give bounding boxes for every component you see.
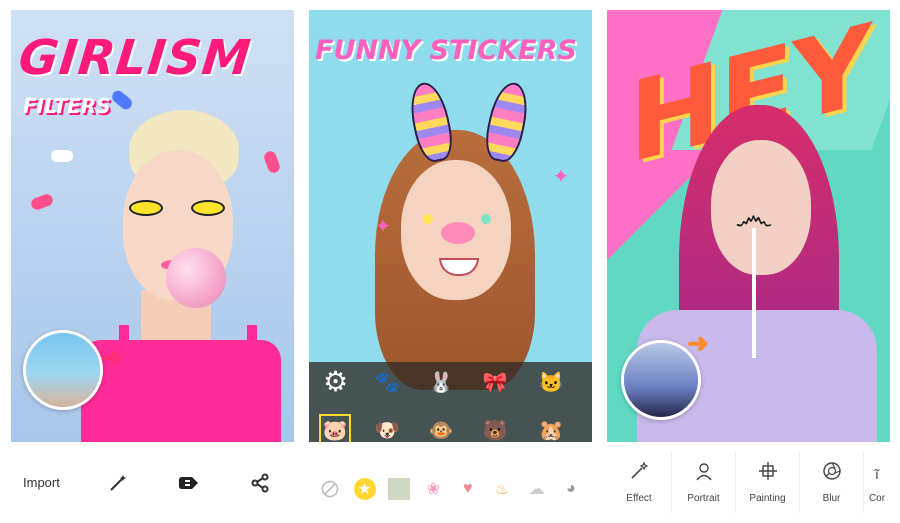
arrow-icon: ➜ <box>687 328 709 358</box>
portrait-label: Portrait <box>687 493 720 504</box>
sticker-category-bar: ★ ❀ ♥ ♨ ☁ ◕ <box>309 465 592 513</box>
star-icon[interactable]: ★ <box>353 478 376 500</box>
eye-makeup <box>129 200 163 216</box>
sticker-item[interactable]: 🐵 <box>425 414 457 442</box>
candy-sticker: ✦ <box>552 165 570 188</box>
sticker-tray: ⚙ 🐾 🐰 🎀 🐱 🐷 🐶 🐵 🐻 🐹 <box>309 362 592 442</box>
sticker-item[interactable]: 🐹 <box>535 414 567 442</box>
sticker-item[interactable]: 🐾 <box>371 366 403 398</box>
sticker-category-icon[interactable]: ◕ <box>560 478 582 500</box>
sticker-category-icon[interactable]: ☁ <box>525 478 547 500</box>
painting-icon <box>758 461 778 487</box>
none-icon <box>321 480 339 498</box>
eraser-icon <box>179 476 198 489</box>
sticker-item[interactable]: 🐰 <box>425 366 457 398</box>
arrow-icon: ➜ <box>101 342 123 372</box>
prop-stick <box>752 228 756 358</box>
bubblegum <box>166 248 226 308</box>
candy-decoration <box>262 149 282 175</box>
person-icon <box>694 461 714 487</box>
cor-tool[interactable]: ĩ Cor <box>863 452 890 513</box>
mustache-sticker: ෴ <box>735 195 773 239</box>
original-thumbnail[interactable] <box>23 330 103 410</box>
candy-sticker: ✦ <box>374 215 392 238</box>
bottom-toolbar: Import <box>11 452 294 513</box>
sticker-category-icon[interactable]: ♨ <box>491 478 513 500</box>
girlism-photo: GIRLISM FILTERS ➜ <box>11 10 294 442</box>
pig-nose-sticker <box>441 222 475 244</box>
girlism-panel: GIRLISM FILTERS ➜ Import <box>11 10 294 513</box>
girlism-headline: GIRLISM <box>16 30 254 86</box>
none-icon[interactable] <box>319 478 341 500</box>
filters-subheadline: FILTERS <box>23 94 111 118</box>
effect-tool[interactable]: Effect <box>607 452 671 513</box>
cheek-sticker <box>481 214 491 224</box>
bunny-ear-sticker <box>481 79 533 165</box>
sticker-item[interactable]: 🐻 <box>479 414 511 442</box>
magic-wand-icon[interactable] <box>105 452 131 513</box>
candy-decoration <box>51 150 73 162</box>
painting-tool[interactable]: Painting <box>735 452 799 513</box>
sticker-item[interactable]: 🐱 <box>535 366 567 398</box>
thumbnail-image <box>26 333 100 407</box>
aperture-icon <box>822 461 842 487</box>
cor-label: Cor <box>868 493 886 504</box>
sticker-category-icon[interactable] <box>387 478 410 500</box>
candy-decoration <box>109 88 135 112</box>
magic-wand-icon <box>110 474 126 491</box>
funny-stickers-headline: FUNNY STICKERS <box>315 35 577 66</box>
blur-tool[interactable]: Blur <box>799 452 863 513</box>
magic-wand-icon <box>629 461 649 487</box>
hey-photo: HEY ෴ ➜ <box>607 10 890 442</box>
stickers-photo: ✦ ✦ FUNNY STICKERS ⚙ 🐾 🐰 🎀 🐱 🐷 🐶 🐵 🐻 🐹 <box>309 10 592 442</box>
painting-label: Painting <box>749 493 786 504</box>
edit-toolbar: Effect Portrait Painting Blur ĩ Cor <box>607 452 890 513</box>
cheek-sticker <box>423 214 433 224</box>
stickers-panel: ✦ ✦ FUNNY STICKERS ⚙ 🐾 🐰 🎀 🐱 🐷 🐶 🐵 🐻 🐹 ★… <box>309 10 592 513</box>
import-button[interactable]: Import <box>23 452 60 513</box>
gear-icon[interactable]: ⚙ <box>323 368 351 396</box>
sticker-item[interactable]: 🎀 <box>479 366 511 398</box>
text-icon: ĩ <box>875 466 879 482</box>
eye-makeup <box>191 200 225 216</box>
hey-panel: HEY ෴ ➜ Effect Portrait Painting Blur ĩ … <box>607 10 890 513</box>
eraser-icon[interactable] <box>176 452 202 513</box>
sticker-item[interactable]: 🐶 <box>371 414 403 442</box>
sticker-category-icon[interactable]: ♥ <box>457 478 479 500</box>
candy-decoration <box>29 192 55 212</box>
effect-label: Effect <box>626 493 652 504</box>
sticker-category-icon[interactable]: ❀ <box>422 478 444 500</box>
share-icon <box>251 473 269 492</box>
sticker-item-selected[interactable]: 🐷 <box>319 414 351 442</box>
blur-label: Blur <box>822 493 841 504</box>
portrait-tool[interactable]: Portrait <box>671 452 735 513</box>
share-icon[interactable] <box>247 452 273 513</box>
